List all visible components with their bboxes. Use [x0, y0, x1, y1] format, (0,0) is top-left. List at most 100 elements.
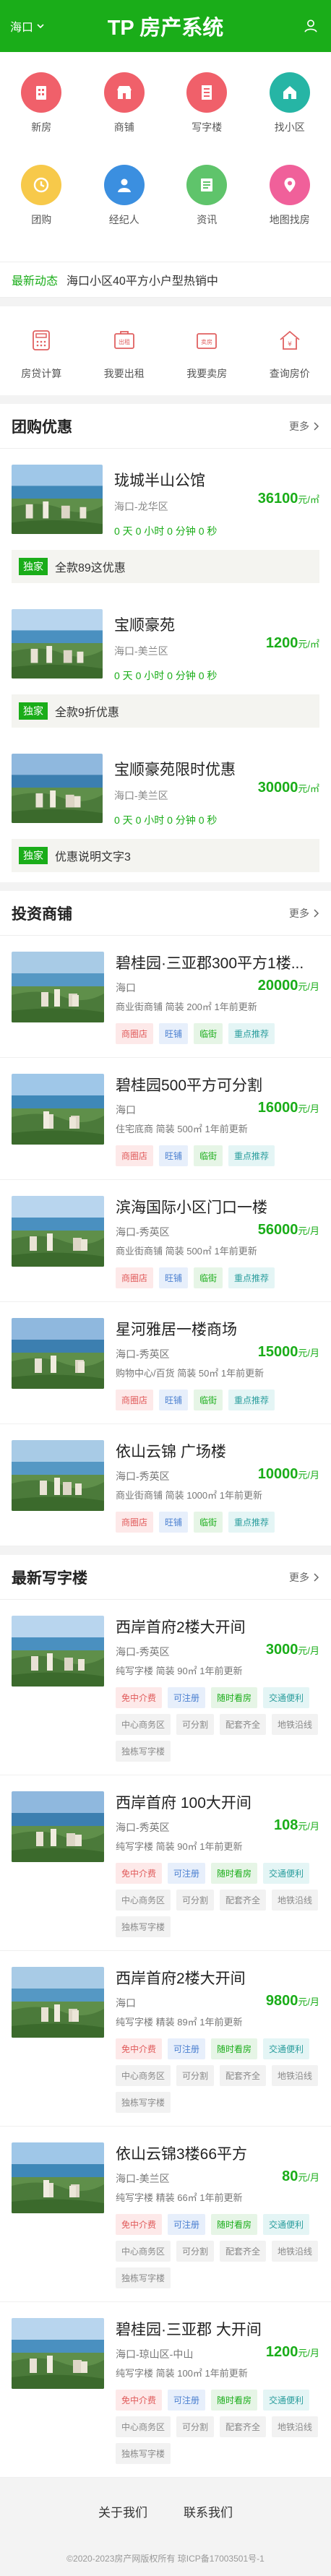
listing-card[interactable]: 西岸首府 100大开间 海口-秀英区 纯写字楼 简装 90㎡ 1年前更新 108元/月… — [0, 1775, 331, 1951]
feature-tag: 可注册 — [168, 2038, 206, 2059]
price-unit: 元/月 — [298, 1821, 319, 1832]
tag-list: 商圈店 旺铺 临街 重点推荐 — [116, 1512, 319, 1533]
feature-tag: 可注册 — [168, 2390, 206, 2411]
feature-tag: 地铁沿线 — [272, 2241, 319, 2262]
listing-name[interactable]: 碧桂园·三亚郡 大开间 — [116, 2318, 319, 2340]
listing-spec: 纯写字楼 简装 100㎡ 1年前更新 — [116, 2368, 248, 2379]
listing-card[interactable]: 西岸首府2楼大开间 海口 纯写字楼 精装 89㎡ 1年前更新 9800元/月 免中介费可… — [0, 1951, 331, 2127]
price-value: 15000 — [257, 1344, 298, 1360]
more-link[interactable]: 更多 — [289, 1570, 319, 1585]
listing-card[interactable]: 碧桂园·三亚郡 大开间 海口-琼山区-中山 纯写字楼 简装 100㎡ 1年前更新 12… — [0, 2302, 331, 2478]
offer-note: 独家 全款9折优惠 — [12, 694, 319, 728]
listing-photo — [12, 1440, 104, 1511]
listing-card[interactable]: 依山云锦3楼66平方 海口-美兰区 纯写字楼 精装 66㎡ 1年前更新 80元/月 免中… — [0, 2127, 331, 2302]
listing-info: 西岸首府2楼大开间 海口-秀英区 纯写字楼 简装 90㎡ 1年前更新 3000元/月免… — [116, 1616, 319, 1762]
tool-item[interactable]: 卖房 我要卖房 — [166, 328, 249, 381]
listing-name[interactable]: 滨海国际小区门口一楼 — [116, 1196, 319, 1218]
footer: 关于我们 联系我们 ©2020-2023房产网版权所有 琼ICP备1700350… — [0, 2478, 331, 2576]
more-link[interactable]: 更多 — [289, 419, 319, 434]
offices-section: 最新写字楼 更多 西岸首府2楼大开间 海口-秀英区 纯写字楼 简装 90㎡ 1年前更… — [0, 1555, 331, 2478]
listing-name[interactable]: 碧桂园·三亚郡300平方1楼... — [116, 952, 319, 973]
feature-tag: 随时看房 — [211, 2390, 258, 2411]
listing-spec: 纯写字楼 简装 90㎡ 1年前更新 — [116, 1841, 243, 1852]
feature-tag: 商圈店 — [116, 1390, 154, 1410]
news-icon — [186, 165, 228, 205]
listing-card[interactable]: 碧桂园·三亚郡300平方1楼... 海口 商业街商铺 简装 200㎡ 1年前更新 20… — [0, 936, 331, 1058]
city-label: 海口 — [10, 22, 34, 34]
listing-photo — [12, 465, 103, 534]
nav-item[interactable]: 资讯 — [166, 165, 249, 257]
chevron-down-icon — [37, 24, 44, 29]
offer-note: 独家 优惠说明文字3 — [12, 839, 319, 872]
offer-note: 独家 全款89这优惠 — [12, 550, 319, 583]
listing-card[interactable]: 星河雅居一楼商场 海口-秀英区 购物中心/百货 简装 50㎡ 1年前更新 15000元… — [0, 1302, 331, 1424]
nav-item[interactable]: 找小区 — [249, 72, 331, 165]
listing-info: 依山云锦 广场楼 海口-秀英区 商业街商铺 简装 1000㎡ 1年前更新 10000元… — [116, 1440, 319, 1533]
more-link[interactable]: 更多 — [289, 906, 319, 921]
listing-name[interactable]: 星河雅居一楼商场 — [116, 1318, 319, 1340]
section-divider — [0, 882, 331, 891]
countdown: 0 天 0 小时 0 分钟 0 秒 — [114, 814, 218, 826]
chevron-right-icon — [314, 908, 319, 918]
shops-section: 投资商铺 更多 碧桂园·三亚郡300平方1楼... 海口 商业街商铺 简装 200㎡… — [0, 891, 331, 1546]
listing-info: 依山云锦3楼66平方 海口-美兰区 纯写字楼 精装 66㎡ 1年前更新 80元/月 免中… — [116, 2142, 319, 2288]
tool-item[interactable]: 出租 我要出租 — [83, 328, 166, 381]
groupbuy-card[interactable]: 宝顺豪苑 海口-美兰区 0 天 0 小时 0 分钟 0 秒 1200元/㎡ 独家 全款9折… — [0, 593, 331, 728]
listing-info: 星河雅居一楼商场 海口-秀英区 购物中心/百货 简装 50㎡ 1年前更新 15000元… — [116, 1318, 319, 1410]
tool-item[interactable]: ¥ 查询房价 — [249, 328, 331, 381]
listing-photo — [12, 1791, 104, 1862]
listing-name[interactable]: 珑城半山公馆 — [114, 469, 319, 491]
price: 80元/月 — [282, 2168, 319, 2185]
listing-name[interactable]: 宝顺豪苑 — [114, 613, 319, 635]
listing-name[interactable]: 依山云锦 广场楼 — [116, 1440, 319, 1462]
nav-label: 商铺 — [113, 121, 134, 133]
listing-name[interactable]: 碧桂园500平方可分割 — [116, 1074, 319, 1095]
user-icon[interactable] — [301, 16, 321, 36]
feature-tag: 可分割 — [176, 1714, 215, 1735]
feature-tag: 独栋写字楼 — [116, 2267, 171, 2288]
about-link[interactable]: 关于我们 — [98, 2502, 147, 2520]
nav-item[interactable]: 商铺 — [83, 72, 166, 165]
countdown: 0 天 0 小时 0 分钟 0 秒 — [114, 670, 218, 681]
price-unit: 元/㎡ — [298, 639, 319, 650]
listing-name[interactable]: 西岸首府2楼大开间 — [116, 1616, 319, 1637]
feature-tag: 中心商务区 — [116, 1714, 171, 1735]
feature-tag: 临街 — [194, 1145, 223, 1166]
feature-tag: 交通便利 — [263, 1687, 310, 1708]
exclusive-badge: 独家 — [19, 558, 48, 575]
map-pin-icon — [269, 165, 310, 205]
tool-item[interactable]: 房贷计算 — [0, 328, 83, 381]
calculator-icon — [29, 328, 53, 356]
contact-link[interactable]: 联系我们 — [184, 2502, 233, 2520]
nav-item[interactable]: 新房 — [0, 72, 83, 165]
nav-item[interactable]: 团购 — [0, 165, 83, 257]
listing-name[interactable]: 宝顺豪苑限时优惠 — [114, 758, 319, 780]
rent-icon: 出租 — [112, 328, 137, 356]
news-ticker[interactable]: 最新动态 海口小区40平方小户型热销中 — [0, 262, 331, 298]
price: 10000元/月 — [258, 1466, 319, 1483]
price: 9800元/月 — [266, 1993, 319, 2009]
nav-item[interactable]: 经纪人 — [83, 165, 166, 257]
listing-card[interactable]: 碧桂园500平方可分割 海口 住宅底商 简装 500㎡ 1年前更新 16000元/月商… — [0, 1058, 331, 1180]
footer-links: 关于我们 联系我们 — [0, 2502, 331, 2520]
listing-spec: 商业街商铺 简装 200㎡ 1年前更新 — [116, 1001, 257, 1012]
listing-name[interactable]: 西岸首府2楼大开间 — [116, 1967, 319, 1989]
exclusive-badge: 独家 — [19, 847, 48, 864]
price-value: 80 — [282, 2168, 298, 2184]
tag-list: 商圈店 旺铺 临街 重点推荐 — [116, 1267, 319, 1288]
listing-name[interactable]: 西岸首府 100大开间 — [116, 1791, 319, 1813]
tag-list: 商圈店 旺铺 临街 重点推荐 — [116, 1023, 319, 1044]
groupbuy-card[interactable]: 珑城半山公馆 海口-龙华区 0 天 0 小时 0 分钟 0 秒 36100元/㎡ 独家全… — [0, 449, 331, 583]
listing-card[interactable]: 西岸首府2楼大开间 海口-秀英区 纯写字楼 简装 90㎡ 1年前更新 3000元/月免… — [0, 1600, 331, 1775]
listing-card[interactable]: 依山云锦 广场楼 海口-秀英区 商业街商铺 简装 1000㎡ 1年前更新 10000元… — [0, 1424, 331, 1546]
nav-item[interactable]: 写字楼 — [166, 72, 249, 165]
city-selector[interactable]: 海口 — [10, 17, 45, 35]
price: 16000元/月 — [258, 1100, 319, 1116]
feature-tag: 配套齐全 — [220, 2416, 267, 2437]
section-title: 团购优惠 — [12, 418, 72, 436]
listing-card[interactable]: 滨海国际小区门口一楼 海口-秀英区 商业街商铺 简装 500㎡ 1年前更新 56000… — [0, 1180, 331, 1302]
listing-info: 西岸首府 100大开间 海口-秀英区 纯写字楼 简装 90㎡ 1年前更新 108元/月… — [116, 1791, 319, 1937]
groupbuy-card[interactable]: 宝顺豪苑限时优惠 海口-美兰区 0 天 0 小时 0 分钟 0 秒 30000元/㎡独… — [0, 738, 331, 872]
nav-item[interactable]: 地图找房 — [249, 165, 331, 257]
listing-name[interactable]: 依山云锦3楼66平方 — [116, 2142, 319, 2164]
